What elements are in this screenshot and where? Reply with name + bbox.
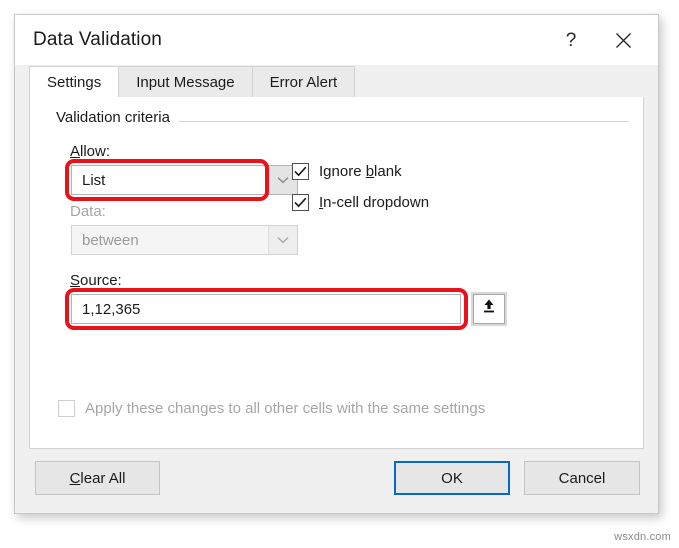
data-combobox[interactable]: between [71,225,298,255]
close-icon [615,32,632,49]
data-label: Data: [70,203,106,220]
cancel-button[interactable]: Cancel [524,461,640,495]
tab-error-alert[interactable]: Error Alert [252,66,356,97]
question-mark-icon: ? [566,31,577,50]
source-input[interactable]: 1,12,365 [71,294,461,324]
tab-input-message[interactable]: Input Message [118,66,252,97]
tab-strip: Settings Input Message Error Alert [15,65,658,97]
data-combobox-value: between [72,226,268,254]
allow-label: Allow: [70,143,110,160]
data-validation-dialog: Data Validation ? Settings Input Message… [14,14,659,514]
source-label: Source: [70,272,122,289]
allow-combobox-value: List [72,166,268,194]
collapse-dialog-up-arrow-icon [481,298,497,320]
checkbox-unchecked-icon[interactable] [58,400,75,417]
apply-to-all-label: Apply these changes to all other cells w… [85,400,485,417]
tab-settings[interactable]: Settings [29,66,119,97]
in-cell-dropdown-checkbox-row[interactable]: In-cell dropdown [292,194,429,211]
apply-to-all-checkbox-row[interactable]: Apply these changes to all other cells w… [58,400,485,417]
in-cell-dropdown-label: In-cell dropdown [319,194,429,211]
close-button[interactable] [600,15,646,65]
checkbox-checked-icon[interactable] [292,163,309,180]
ignore-blank-label: Ignore blank [319,163,402,180]
help-button[interactable]: ? [548,15,594,65]
collapse-dialog-button[interactable] [473,294,505,324]
dialog-titlebar: Data Validation ? [15,15,658,65]
settings-tab-page: Validation criteria Allow: List Data: be… [29,97,644,449]
validation-criteria-title: Validation criteria [56,109,178,126]
allow-combobox[interactable]: List [71,165,298,195]
clear-all-button[interactable]: Clear All [35,461,160,495]
watermark: wsxdn.com [614,531,671,543]
dialog-footer: Clear All OK Cancel [15,449,658,513]
ok-button[interactable]: OK [394,461,510,495]
dialog-title: Data Validation [33,29,162,51]
ignore-blank-checkbox-row[interactable]: Ignore blank [292,163,402,180]
chevron-down-icon[interactable] [268,226,297,254]
checkbox-checked-icon[interactable] [292,194,309,211]
